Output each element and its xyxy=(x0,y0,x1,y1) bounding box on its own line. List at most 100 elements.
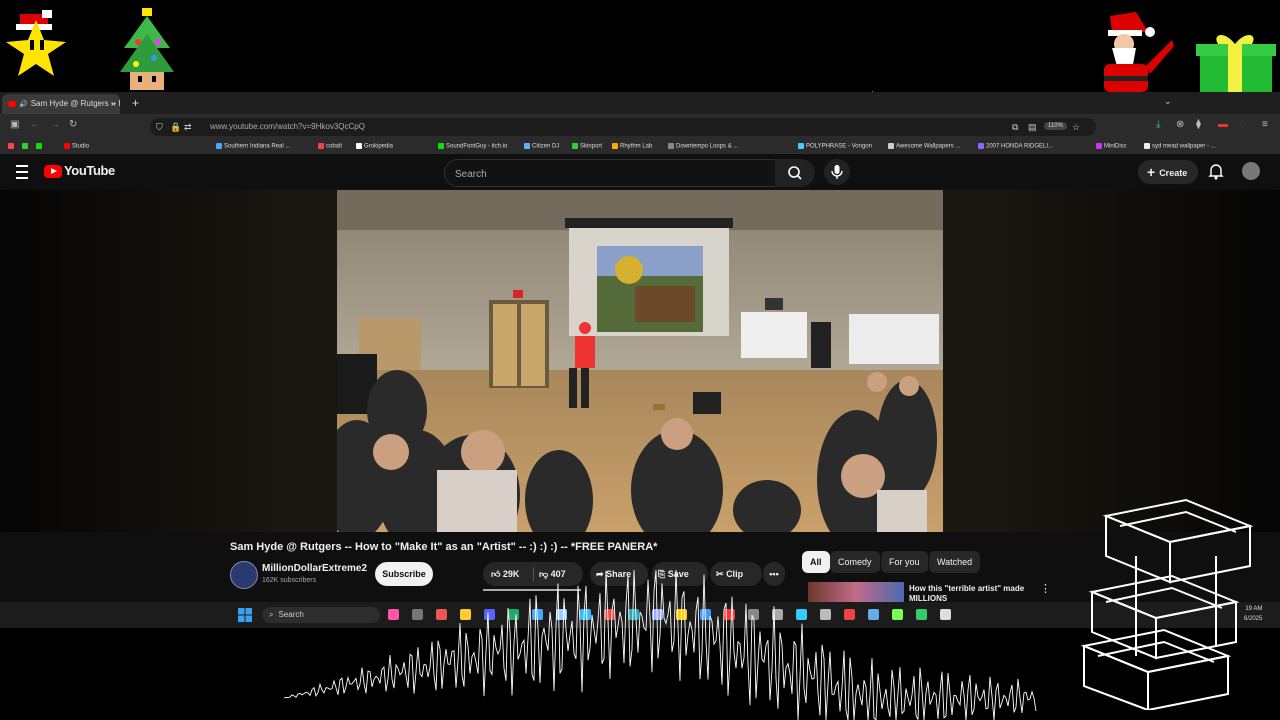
bookmark-favicon-icon xyxy=(978,143,984,149)
wireframe-cube-graphic xyxy=(1080,498,1254,710)
bookmark-favicon-icon xyxy=(798,143,804,149)
bookmark-favicon-icon xyxy=(572,143,578,149)
bookmark-label: syd mead wallpaper - ... xyxy=(1152,143,1216,150)
bookmark-item[interactable]: Grokipedia xyxy=(356,143,393,150)
bookmark-item[interactable]: Rhythm Lab xyxy=(612,143,652,150)
zoom-level[interactable]: 110% xyxy=(1044,122,1067,130)
bookmark-icon[interactable] xyxy=(8,143,14,149)
tab-title: Sam Hyde @ Rutgers -- Ho xyxy=(30,99,120,108)
shield-icon[interactable]: ⛉ xyxy=(156,118,163,136)
recommended-menu-icon[interactable]: ⋮ xyxy=(1040,582,1051,595)
windows-start-icon[interactable] xyxy=(238,608,252,622)
video-frame[interactable] xyxy=(337,190,943,532)
youtube-logo-text[interactable]: YouTube xyxy=(64,163,115,178)
extension-x-icon[interactable]: ⊗ xyxy=(1176,119,1184,130)
back-icon[interactable]: ← xyxy=(30,119,40,130)
audio-waveform xyxy=(283,570,1037,720)
bookmark-item[interactable]: SoundFontGuy - itch.io xyxy=(438,143,507,150)
notification-badge-icon[interactable]: ▬ xyxy=(1218,119,1228,130)
voice-search-button[interactable] xyxy=(824,159,850,185)
pixel-tree-icon xyxy=(120,8,174,90)
picture-in-picture-icon[interactable]: ⧉ xyxy=(1012,118,1018,136)
permissions-icon[interactable]: ⇄ xyxy=(184,118,192,136)
bookmark-item[interactable]: MiniDisc xyxy=(1096,143,1127,150)
create-label: Create xyxy=(1159,168,1188,178)
bookmark-label: Citizen DJ xyxy=(532,143,560,150)
bookmark-item[interactable]: Awesome Wallpapers ... xyxy=(888,143,960,150)
bookmark-item[interactable]: POLYPHRASE - Vongon xyxy=(798,143,872,150)
bookmark-label: cobalt xyxy=(326,143,343,150)
bookmarks-bar: Studio Southern Indiana Real ... cobalt Gro… xyxy=(0,140,1280,154)
bookmark-label: MiniDisc xyxy=(1104,143,1127,150)
reader-view-icon[interactable]: ▤ xyxy=(1028,118,1037,136)
hamburger-menu-icon[interactable] xyxy=(16,165,28,179)
bookmark-favicon-icon xyxy=(356,143,362,149)
channel-avatar[interactable] xyxy=(230,561,258,589)
extensions-icon[interactable]: ⧫ xyxy=(1196,119,1201,130)
bookmark-label: Grokipedia xyxy=(364,143,394,150)
bookmark-favicon-icon xyxy=(524,143,530,149)
youtube-header: YouTube +Create xyxy=(0,154,1280,190)
bookmark-favicon-icon xyxy=(888,143,894,149)
address-bar[interactable]: ⛉ 🔒 ⇄ www.youtube.com/watch?v=9Hkov3QcCp… xyxy=(150,118,1096,136)
microphone-icon xyxy=(831,165,843,179)
lock-icon[interactable]: 🔒 xyxy=(170,118,181,136)
new-tab-button[interactable]: + xyxy=(132,94,139,112)
sidebar-toggle-icon[interactable]: ▣ xyxy=(10,119,19,130)
downloads-icon[interactable]: ⤓ xyxy=(1156,119,1160,130)
notifications-bell-icon[interactable] xyxy=(1208,162,1224,180)
app-menu-icon[interactable]: ≡ xyxy=(1262,119,1268,130)
search-box[interactable] xyxy=(444,159,776,188)
bookmark-label: Southern Indiana Real ... xyxy=(224,143,291,150)
bookmark-item[interactable]: 2007 HONDA RIDGELI... xyxy=(978,143,1053,150)
bookmark-favicon-icon xyxy=(216,143,222,149)
tab-strip: 🔊 Sam Hyde @ Rutgers -- Ho × + ⌄ xyxy=(0,92,1280,114)
close-tab-icon[interactable]: × xyxy=(111,94,116,114)
bookmark-favicon-icon xyxy=(612,143,618,149)
bookmark-star-icon[interactable]: ☆ xyxy=(1072,118,1080,136)
bookmark-favicon-icon xyxy=(1144,143,1150,149)
bookmark-icon[interactable] xyxy=(22,143,28,149)
bookmark-item[interactable]: Southern Indiana Real ... xyxy=(216,143,290,150)
bookmark-item[interactable]: cobalt xyxy=(318,143,342,150)
search-icon: ⌕ xyxy=(269,610,274,619)
bookmark-item[interactable]: syd mead wallpaper - ... xyxy=(1144,143,1216,150)
pixel-star-icon xyxy=(6,10,66,76)
bookmark-label: Studio xyxy=(72,143,90,150)
bookmark-label: SoundFontGuy - itch.io xyxy=(446,143,508,150)
plus-icon: + xyxy=(1147,164,1156,180)
bookmark-item[interactable]: Skinport xyxy=(572,143,602,150)
user-avatar[interactable] xyxy=(1242,162,1260,180)
bookmark-label: POLYPHRASE - Vongon xyxy=(806,143,872,150)
forward-icon[interactable]: → xyxy=(50,119,60,130)
spinner-icon[interactable]: ◌ xyxy=(1240,119,1246,130)
bookmark-favicon-icon xyxy=(64,143,70,149)
search-icon xyxy=(788,166,802,180)
search-input[interactable] xyxy=(453,160,757,188)
video-player[interactable] xyxy=(0,190,1280,532)
url-text: www.youtube.com/watch?v=9Hkov3QcCpQ xyxy=(210,122,365,131)
bookmark-label: Downtempo Loops & ... xyxy=(676,143,739,150)
bookmark-item[interactable]: Downtempo Loops & ... xyxy=(668,143,738,150)
bookmark-label: Skinport xyxy=(580,143,603,150)
active-tab[interactable]: 🔊 Sam Hyde @ Rutgers -- Ho × xyxy=(2,94,120,114)
browser-toolbar: ▣ ← → ↻ ⛉ 🔒 ⇄ www.youtube.com/watch?v=9H… xyxy=(0,114,1280,140)
bookmark-label: 2007 HONDA RIDGELI... xyxy=(986,143,1054,150)
youtube-favicon-icon xyxy=(8,100,16,107)
search-button[interactable] xyxy=(775,159,815,187)
bookmark-item[interactable]: Citizen DJ xyxy=(524,143,559,150)
speaker-icon: 🔊 xyxy=(19,101,28,108)
create-button[interactable]: + Create xyxy=(1138,160,1198,184)
bookmark-favicon-icon xyxy=(1096,143,1102,149)
bookmark-item[interactable]: Studio xyxy=(64,143,89,150)
reload-icon[interactable]: ↻ xyxy=(69,119,77,130)
bookmark-label: Rhythm Lab xyxy=(620,143,653,150)
bookmark-label: Awesome Wallpapers ... xyxy=(896,143,961,150)
video-title: Sam Hyde @ Rutgers -- How to "Make It" a… xyxy=(230,541,658,553)
bookmark-favicon-icon xyxy=(668,143,674,149)
youtube-logo-icon[interactable] xyxy=(44,165,62,178)
chevron-down-icon[interactable]: ⌄ xyxy=(1164,96,1172,107)
bookmark-icon[interactable] xyxy=(36,143,42,149)
bookmark-favicon-icon xyxy=(438,143,444,149)
bookmark-favicon-icon xyxy=(318,143,324,149)
